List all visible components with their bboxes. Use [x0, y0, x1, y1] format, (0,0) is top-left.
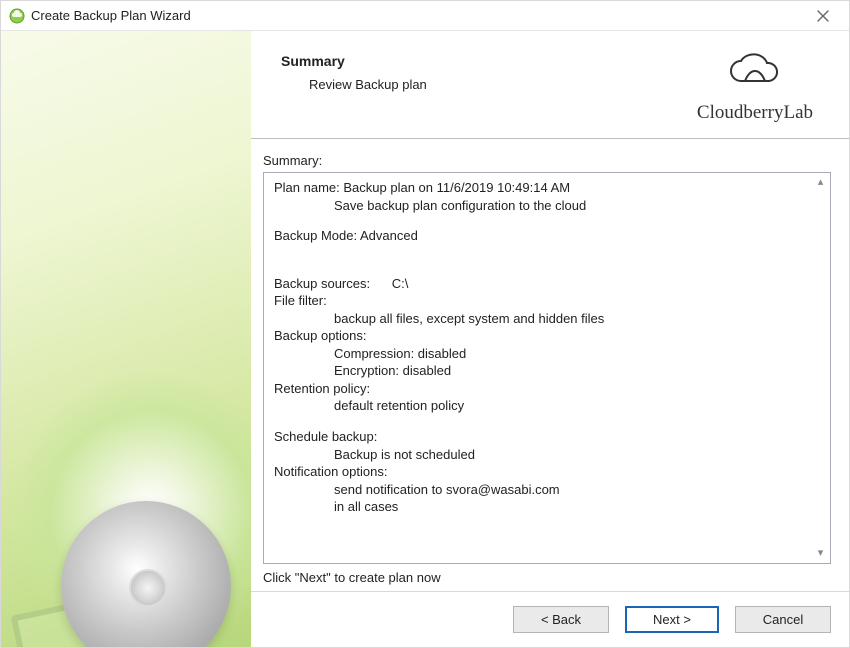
summary-line: Encryption: disabled	[274, 362, 810, 380]
summary-line: send notification to svora@wasabi.com	[274, 481, 810, 499]
summary-line: backup all files, except system and hidd…	[274, 310, 810, 328]
summary-line: Schedule backup:	[274, 428, 810, 446]
hint-text: Click "Next" to create plan now	[263, 570, 831, 585]
summary-line: File filter:	[274, 292, 810, 310]
summary-line: Retention policy:	[274, 380, 810, 398]
back-button[interactable]: < Back	[513, 606, 609, 633]
summary-line: Save backup plan configuration to the cl…	[274, 197, 810, 215]
summary-textbox[interactable]: ▴ ▾ Plan name: Backup plan on 11/6/2019 …	[263, 172, 831, 564]
next-button[interactable]: Next >	[625, 606, 719, 633]
summary-line: Plan name: Backup plan on 11/6/2019 10:4…	[274, 179, 810, 197]
app-icon	[9, 8, 25, 24]
wizard-body: Summary Review Backup plan CloudberryLab…	[1, 31, 849, 647]
page-subtitle: Review Backup plan	[281, 77, 697, 92]
summary-line: Backup options:	[274, 327, 810, 345]
content-area: Summary: ▴ ▾ Plan name: Backup plan on 1…	[251, 139, 849, 591]
wizard-header: Summary Review Backup plan CloudberryLab	[251, 31, 849, 139]
header-text: Summary Review Backup plan	[281, 53, 697, 92]
window-title: Create Backup Plan Wizard	[31, 8, 805, 23]
wizard-main: Summary Review Backup plan CloudberryLab…	[251, 31, 849, 647]
wizard-sidebar	[1, 31, 251, 647]
brand: CloudberryLab	[697, 53, 819, 124]
brand-logo-icon	[723, 53, 787, 95]
titlebar: Create Backup Plan Wizard	[1, 1, 849, 31]
summary-label: Summary:	[263, 153, 831, 168]
wizard-footer: < Back Next > Cancel	[251, 591, 849, 647]
close-button[interactable]	[805, 2, 841, 30]
summary-line: Backup sources: C:\	[274, 275, 810, 293]
scroll-down-icon[interactable]: ▾	[813, 546, 828, 561]
brand-name: CloudberryLab	[697, 102, 813, 124]
scroll-up-icon[interactable]: ▴	[813, 175, 828, 190]
summary-line: default retention policy	[274, 397, 810, 415]
summary-line: Notification options:	[274, 463, 810, 481]
summary-line: Backup is not scheduled	[274, 446, 810, 464]
wizard-window: Create Backup Plan Wizard Summary Review…	[0, 0, 850, 648]
summary-line: Compression: disabled	[274, 345, 810, 363]
cancel-button[interactable]: Cancel	[735, 606, 831, 633]
decorative-disc-icon	[61, 501, 231, 647]
page-title: Summary	[281, 53, 697, 69]
summary-line: in all cases	[274, 498, 810, 516]
summary-line: Backup Mode: Advanced	[274, 227, 810, 245]
